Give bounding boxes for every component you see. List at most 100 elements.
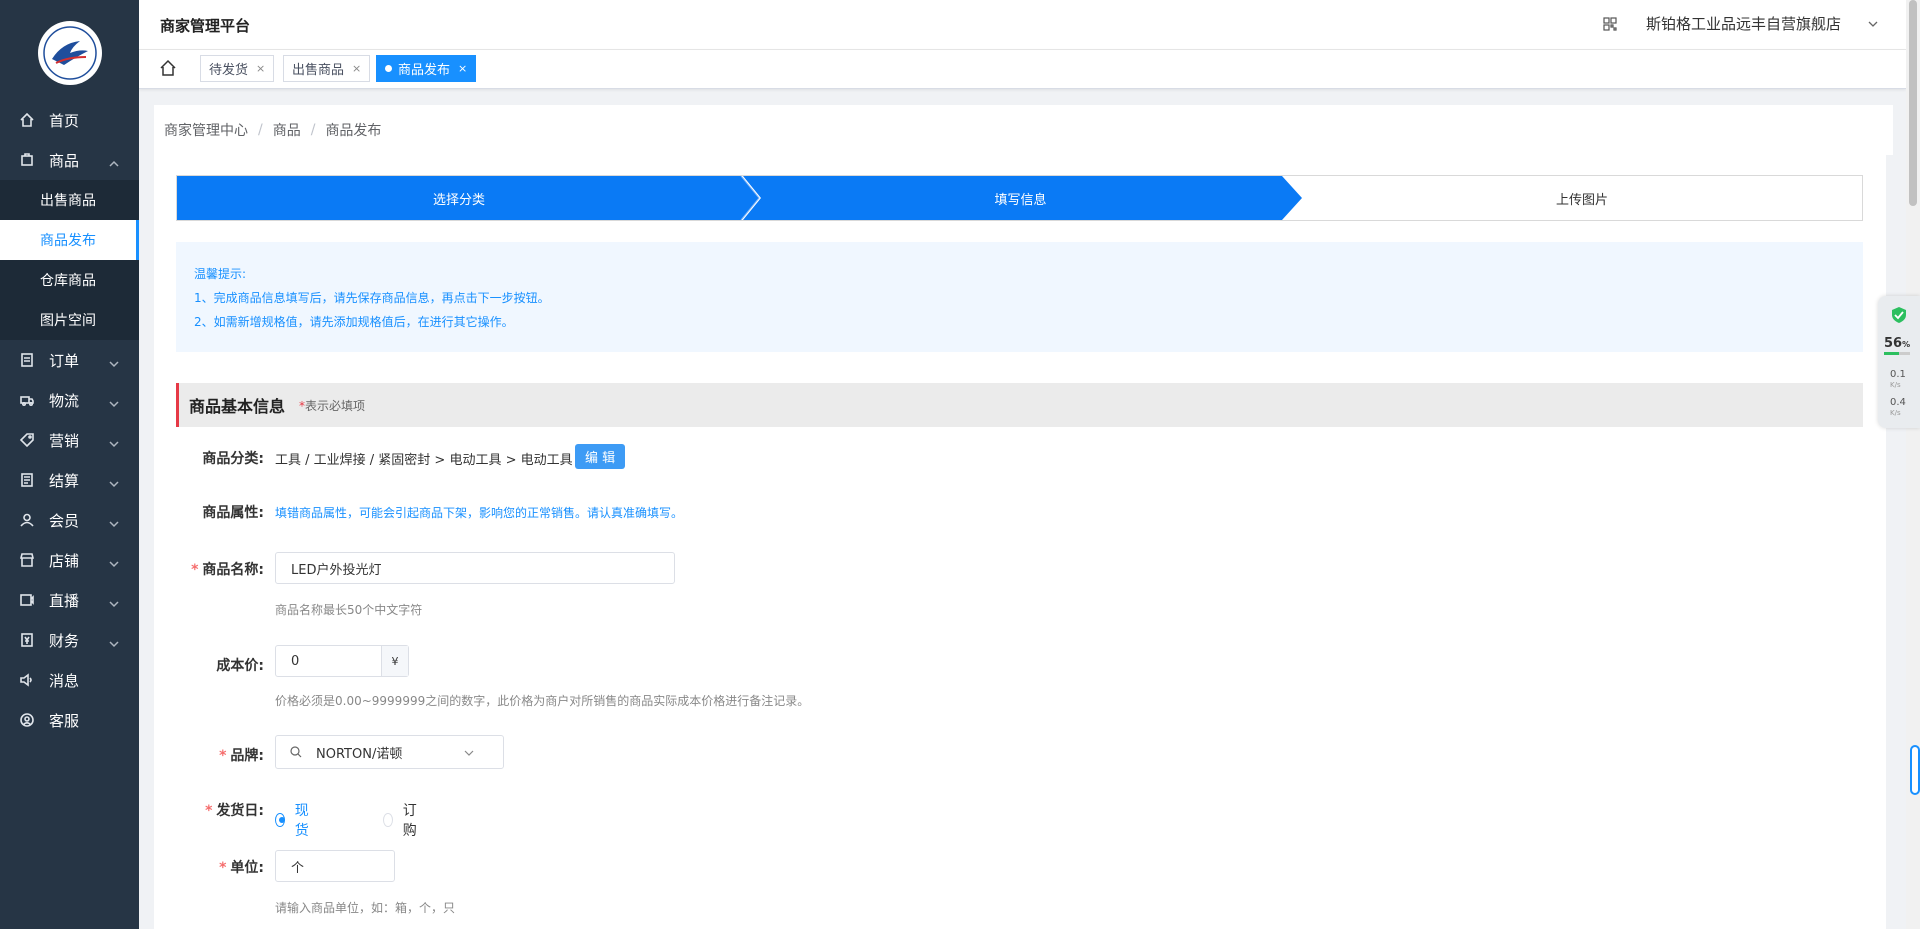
step-label: 选择分类 xyxy=(432,192,485,208)
chevron-down-icon xyxy=(109,475,119,488)
sidebar-item-marketing[interactable]: 营销 xyxy=(0,420,139,460)
qrcode-icon[interactable] xyxy=(1602,16,1618,32)
radio-circle[interactable] xyxy=(383,813,393,827)
step-label: 填写信息 xyxy=(994,192,1047,208)
sidebar-item-message[interactable]: 消息 xyxy=(0,660,139,700)
sidebar-subitem-label: 出售商品 xyxy=(40,193,96,209)
sidebar-subitem-label: 仓库商品 xyxy=(40,273,96,289)
side-drag-handle[interactable] xyxy=(1910,745,1920,795)
scrollbar-thumb[interactable] xyxy=(1909,0,1917,206)
required-star: * xyxy=(219,748,227,764)
chevron-down-icon xyxy=(109,555,119,568)
tab-label: 出售商品 xyxy=(292,63,345,78)
goods-name-label-text: 商品名称: xyxy=(202,562,264,578)
sidebar-item-label: 店铺 xyxy=(49,551,80,570)
yuan-unit: ¥ xyxy=(381,646,408,676)
settlement-icon xyxy=(20,473,34,487)
store-name-dropdown[interactable]: 斯铂格工业品远丰自营旗舰店 xyxy=(1646,13,1841,34)
tab-pending-shipment[interactable]: 待发货 × xyxy=(200,55,275,82)
ship-day-radio-group: 现货 订购 xyxy=(275,800,491,840)
sidebar-item-order[interactable]: 订单 xyxy=(0,340,139,380)
close-icon[interactable]: × xyxy=(256,62,265,75)
radio-preorder[interactable]: 订购 xyxy=(383,800,421,840)
sidebar-item-finance[interactable]: 财务 xyxy=(0,620,139,660)
sidebar-item-live[interactable]: 直播 xyxy=(0,580,139,620)
cost-price-tip: 价格必须是0.00~9999999之间的数字，此价格为商户对所销售的商品实际成本… xyxy=(275,694,810,708)
step-upload-images: 上传图片 xyxy=(1302,176,1862,220)
section-basic-info: 商品基本信息 *表示必填项 xyxy=(176,383,1863,427)
sidebar-item-logistics[interactable]: 物流 xyxy=(0,380,139,420)
edit-category-button[interactable]: 编 辑 xyxy=(575,444,626,469)
live-icon xyxy=(20,593,34,607)
system-monitor-widget[interactable]: 56% 0.1 K/s 0.4 K/s xyxy=(1878,296,1920,428)
brand-label-text: 品牌: xyxy=(230,748,264,764)
close-icon[interactable]: × xyxy=(458,62,467,75)
cost-price-label: 成本价: xyxy=(216,658,264,674)
sidebar-subitem-label: 商品发布 xyxy=(40,233,96,249)
sidebar-item-label: 结算 xyxy=(49,471,80,490)
step-label: 上传图片 xyxy=(1555,192,1608,208)
upload-rate-value: 0.1 xyxy=(1890,369,1906,380)
notice-line: 2、如需新增规格值，请先添加规格值后，在进行其它操作。 xyxy=(194,315,514,329)
brand-select[interactable]: NORTON/诺顿 xyxy=(275,735,504,769)
category-label: 商品分类: xyxy=(202,451,264,467)
category-value: 工具 / 工业焊接 / 紧固密封 > 电动工具 > 电动工具 xyxy=(275,453,573,468)
required-star: * xyxy=(191,562,199,578)
unit-value: 个 xyxy=(291,860,305,876)
chevron-down-icon[interactable] xyxy=(1867,18,1879,30)
breadcrumb-item[interactable]: 商品 xyxy=(273,120,301,140)
attributes-label: 商品属性: xyxy=(202,505,264,521)
sidebar-subitem-label: 图片空间 xyxy=(40,313,96,329)
sidebar-item-label: 营销 xyxy=(49,431,80,450)
brand-label: * 品牌: xyxy=(154,745,264,765)
unit-label-text: 单位: xyxy=(230,860,264,876)
chevron-down-icon xyxy=(109,595,119,608)
sidebar-item-member[interactable]: 会员 xyxy=(0,500,139,540)
sidebar-item-home[interactable]: 首页 xyxy=(0,100,139,140)
home-tab-icon[interactable] xyxy=(159,59,177,77)
chevron-down-icon xyxy=(109,355,119,368)
sidebar-item-label: 消息 xyxy=(49,671,80,690)
chevron-down-icon xyxy=(463,747,475,759)
sidebar-subitem-images[interactable]: 图片空间 xyxy=(0,300,139,340)
tags-view-bar: 待发货 × 出售商品 × 商品发布 × xyxy=(139,50,1906,89)
sidebar-subitem-selling[interactable]: 出售商品 xyxy=(0,180,139,220)
publish-steps: 选择分类 填写信息 上传图片 xyxy=(176,175,1863,221)
radio-in-stock[interactable]: 现货 xyxy=(275,800,313,840)
section-required-note: *表示必填项 xyxy=(299,397,365,414)
sidebar-item-goods[interactable]: 商品 xyxy=(0,140,139,180)
logo-emblem-icon xyxy=(42,26,97,80)
sidebar-item-shop[interactable]: 店铺 xyxy=(0,540,139,580)
upload-rate: 0.1 K/s xyxy=(1890,370,1906,390)
unit-input[interactable]: 个 xyxy=(275,850,395,882)
platform-title: 商家管理平台 xyxy=(160,17,251,35)
radio-circle[interactable] xyxy=(275,813,285,827)
memory-percent: 56% xyxy=(1884,336,1910,351)
breadcrumb-item[interactable]: 商家管理中心 xyxy=(164,120,248,140)
brand-logo[interactable] xyxy=(37,21,102,85)
sidebar-item-service[interactable]: 客服 xyxy=(0,700,139,740)
goods-name-value: LED户外投光灯 xyxy=(291,562,382,578)
sidebar-item-label: 财务 xyxy=(49,631,80,650)
goods-name-input[interactable]: LED户外投光灯 xyxy=(275,552,675,584)
sidebar-item-settlement[interactable]: 结算 xyxy=(0,460,139,500)
tips-notice: 温馨提示: 1、完成商品信息填写后，请先保存商品信息，再点击下一步按钮。 2、如… xyxy=(176,242,1863,352)
sidebar-subitem-warehouse[interactable]: 仓库商品 xyxy=(0,260,139,300)
tab-goods-publish[interactable]: 商品发布 × xyxy=(376,55,477,82)
memory-percent-unit: % xyxy=(1902,340,1911,349)
cost-price-input[interactable]: 0 ¥ xyxy=(275,645,409,677)
active-dot-icon xyxy=(385,65,392,72)
logo-wrap xyxy=(0,0,139,106)
home-icon xyxy=(20,113,34,127)
breadcrumb-separator: / xyxy=(310,122,316,138)
sidebar-item-label: 会员 xyxy=(49,511,80,530)
cost-price-value: 0 xyxy=(291,653,300,669)
tab-selling-goods[interactable]: 出售商品 × xyxy=(283,55,371,82)
sidebar-subitem-publish[interactable]: 商品发布 xyxy=(0,220,139,260)
required-star: * xyxy=(219,860,227,876)
close-icon[interactable]: × xyxy=(352,62,361,75)
message-icon xyxy=(20,673,34,687)
goods-submenu: 出售商品 商品发布 仓库商品 图片空间 xyxy=(0,180,139,340)
goods-name-tip: 商品名称最长50个中文字符 xyxy=(275,603,423,617)
radio-label: 订购 xyxy=(402,803,417,839)
